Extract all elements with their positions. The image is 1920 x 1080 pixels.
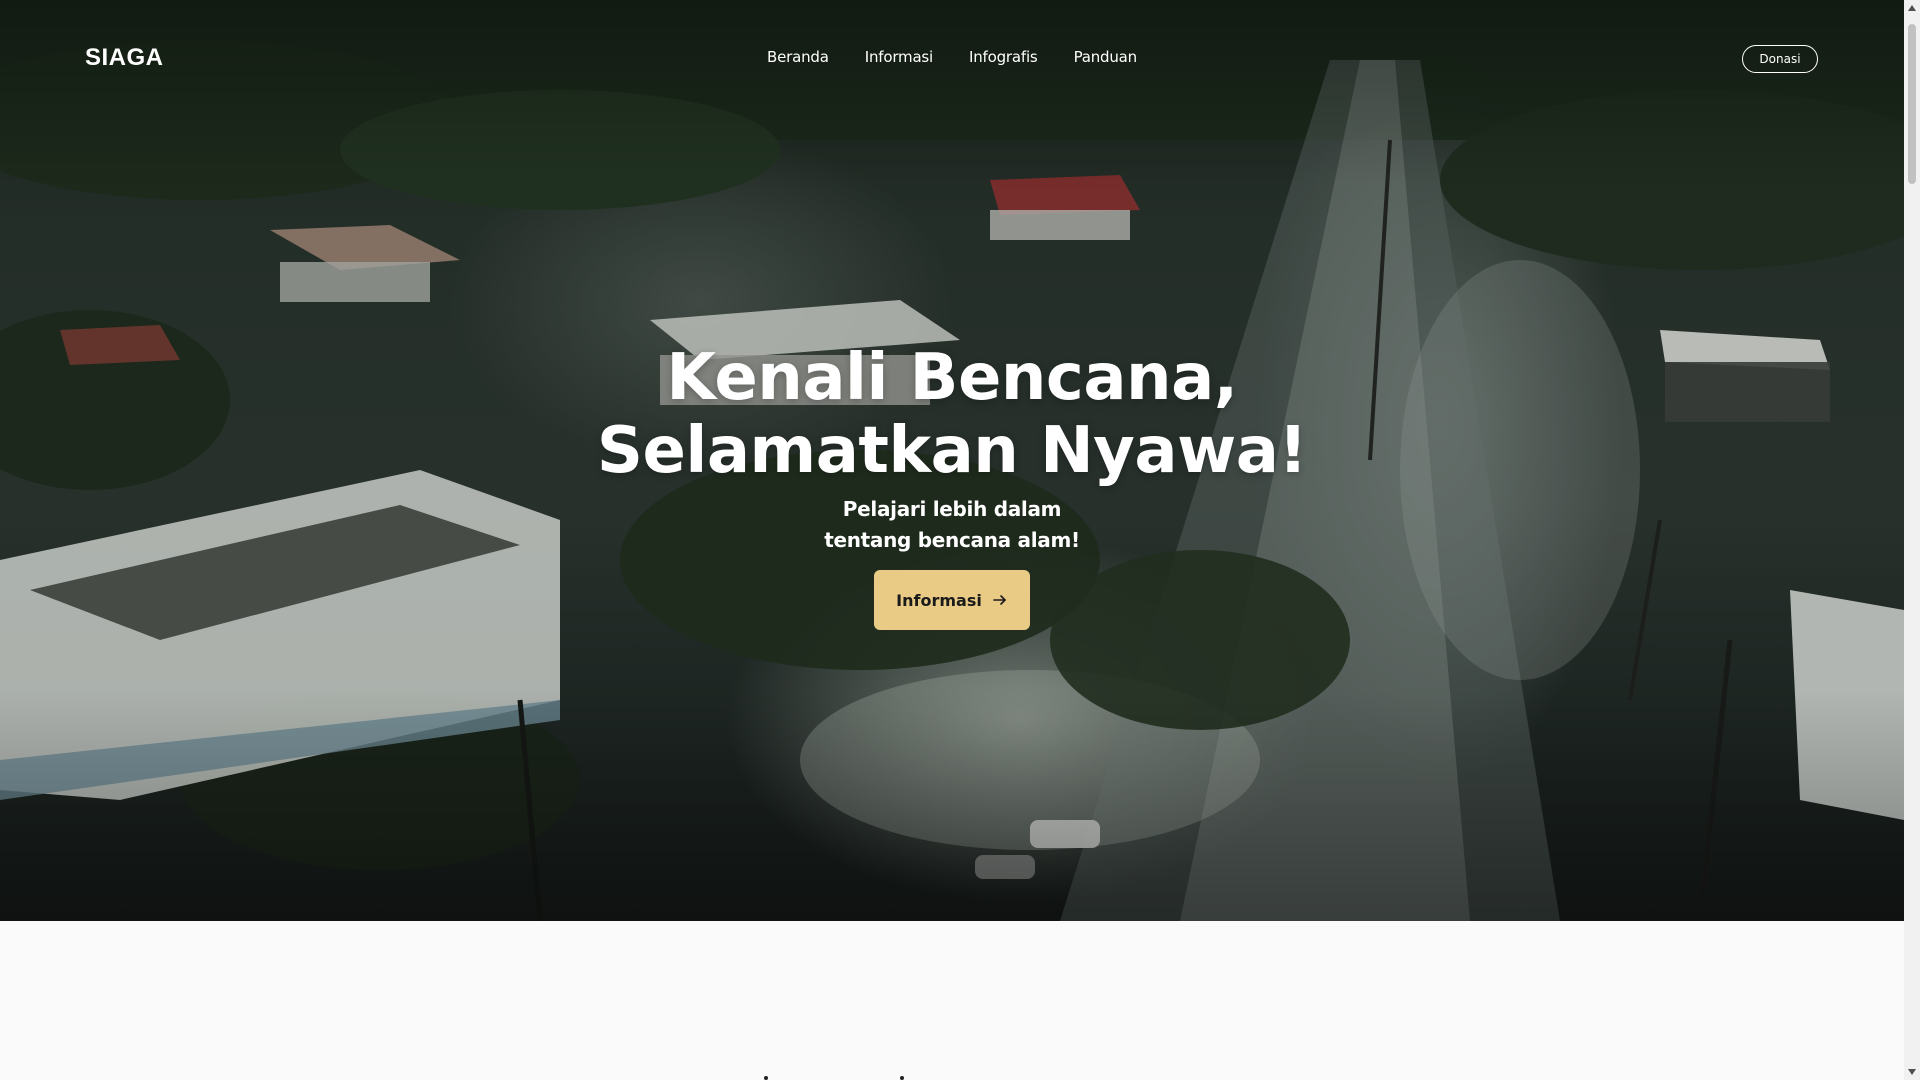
hero-title-line-1: Kenali Bencana, [666,341,1238,415]
nav-item-infografis[interactable]: Infografis [969,48,1038,66]
hero-content: Kenali Bencana, Selamatkan Nyawa! Pelaja… [0,342,1904,630]
scroll-up-arrow-icon[interactable] [1904,0,1920,16]
hero-subtitle-line-1: Pelajari lebih dalam [842,497,1062,521]
hero-title: Kenali Bencana, Selamatkan Nyawa! [0,342,1904,488]
nav-item-informasi[interactable]: Informasi [865,48,933,66]
page-scrollbar[interactable] [1904,0,1920,1080]
main-menu: Beranda Informasi Infografis Panduan [0,48,1904,66]
nav-item-beranda[interactable]: Beranda [767,48,829,66]
arrow-right-icon [993,595,1006,605]
hero-subtitle: Pelajari lebih dalam tentang bencana ala… [0,494,1904,556]
next-section-peek [760,1070,980,1080]
page-viewport: Kenali Bencana, Selamatkan Nyawa! Pelaja… [0,0,1904,1080]
hero-section: Kenali Bencana, Selamatkan Nyawa! Pelaja… [0,0,1904,921]
scrollbar-thumb[interactable] [1908,24,1916,184]
top-navbar: SIAGA Beranda Informasi Infografis Pandu… [0,0,1904,120]
hero-title-line-2: Selamatkan Nyawa! [596,414,1308,488]
hero-subtitle-line-2: tentang bencana alam! [824,528,1080,552]
nav-item-panduan[interactable]: Panduan [1074,48,1138,66]
scroll-down-arrow-icon[interactable] [1904,1064,1920,1080]
donate-button[interactable]: Donasi [1742,45,1818,73]
informasi-cta-button[interactable]: Informasi [874,570,1030,630]
cta-label: Informasi [896,590,982,610]
